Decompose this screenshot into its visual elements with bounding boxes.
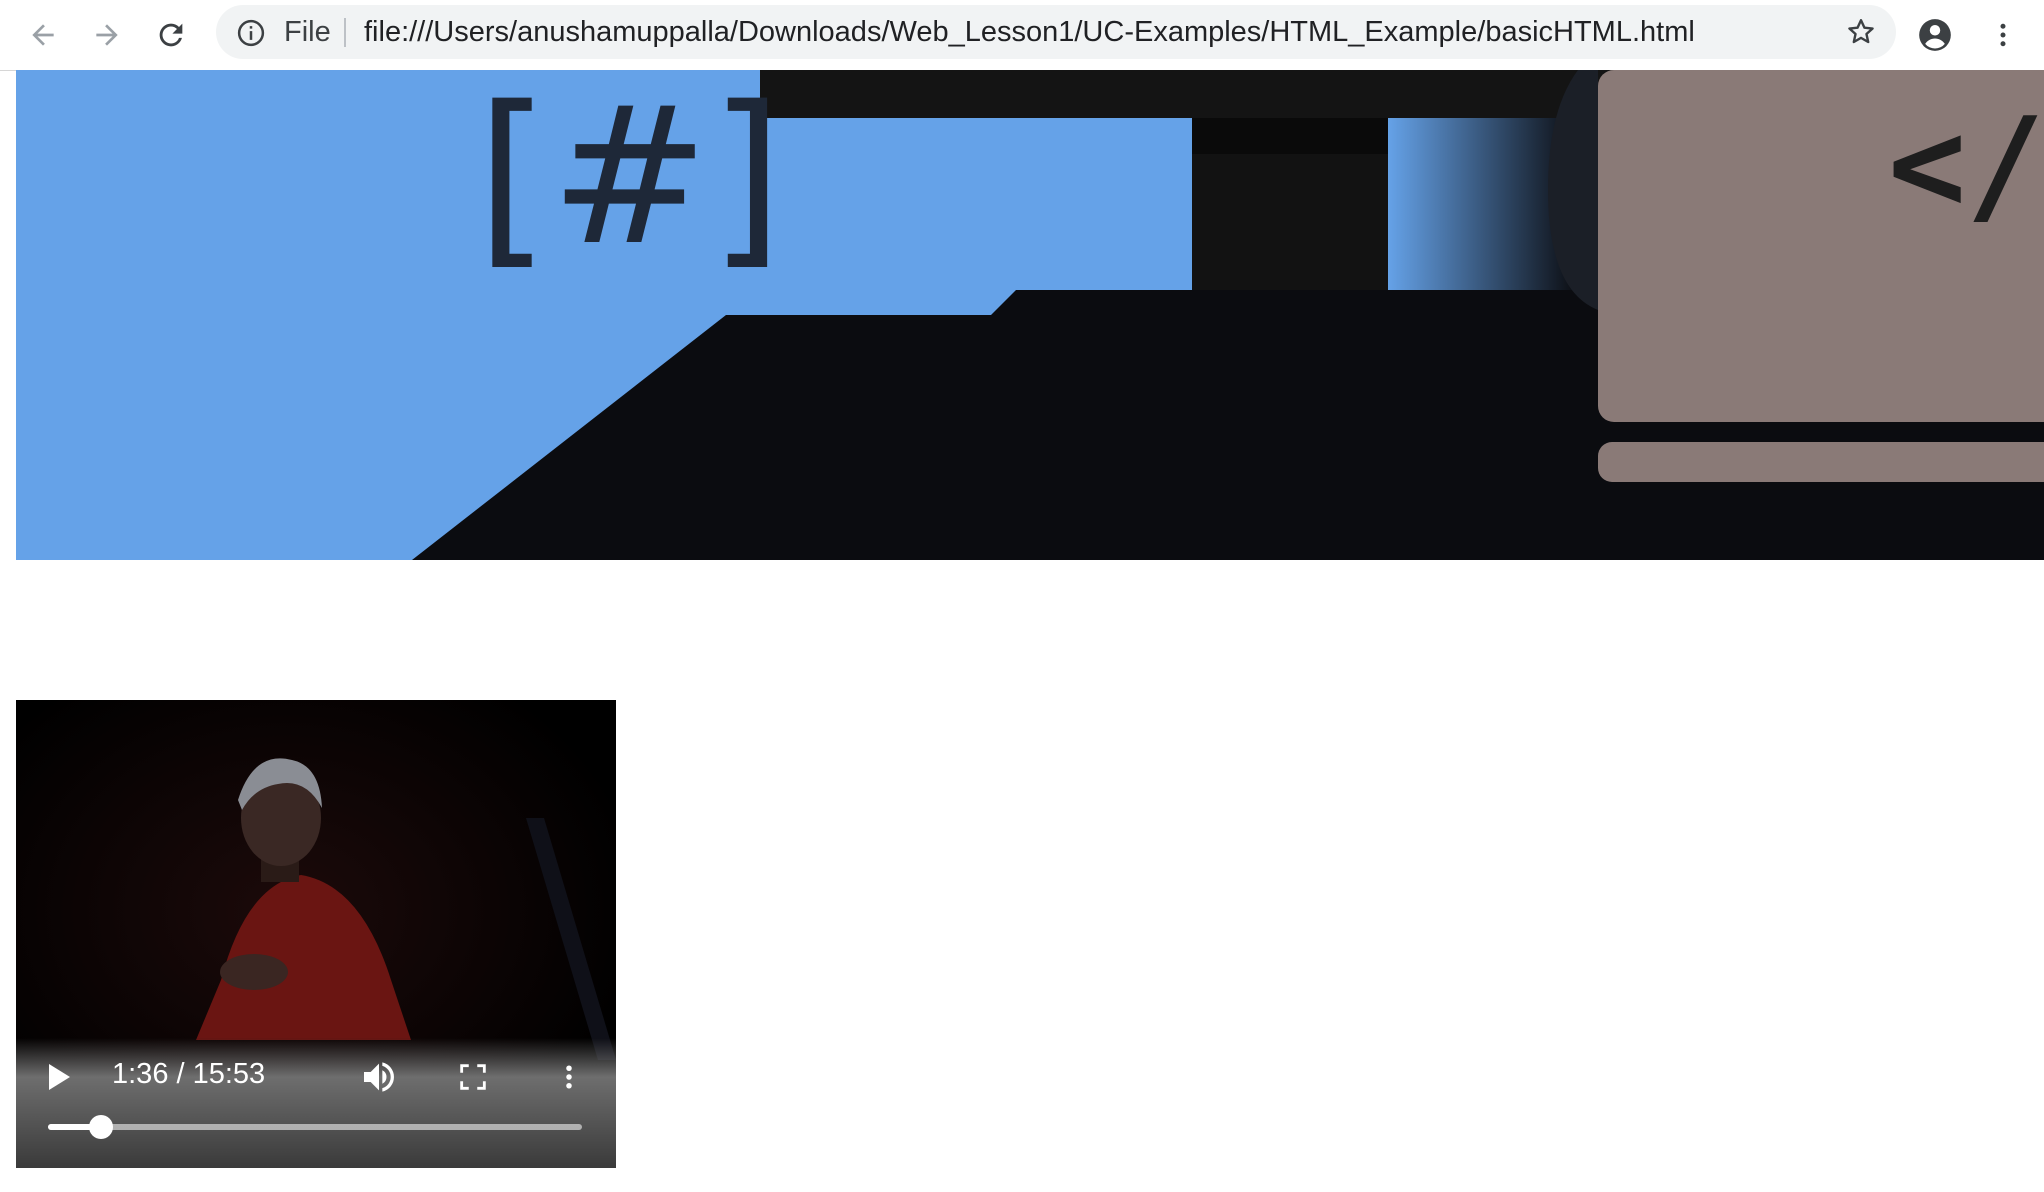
address-separator (344, 18, 346, 47)
profile-button[interactable] (1908, 8, 1962, 62)
code-glyph: </ (1888, 89, 2044, 241)
video-controls: 1:36 / 15:53 (16, 1038, 616, 1168)
address-bar[interactable]: File file:///Users/anushamuppalla/Downlo… (216, 5, 1896, 59)
arrow-right-icon (96, 24, 118, 46)
scheme-label: File (284, 16, 331, 48)
reload-icon (159, 23, 183, 47)
bookmark-button[interactable] (1834, 5, 1888, 59)
seek-bar[interactable] (48, 1115, 582, 1139)
time-display: 1:36 / 15:53 (112, 1058, 266, 1090)
account-circle-icon (1919, 19, 1951, 51)
arrow-left-icon (32, 24, 54, 46)
fullscreen-button[interactable] (448, 1052, 498, 1102)
info-circle-icon[interactable] (236, 18, 266, 48)
banner-image: [#] </ (16, 70, 2044, 560)
hash-glyph: [#] (476, 70, 783, 287)
browser-toolbar: File file:///Users/anushamuppalla/Downlo… (0, 0, 2044, 71)
url-text[interactable]: file:///Users/anushamuppalla/Downloads/W… (364, 5, 1695, 59)
video-player[interactable]: 1:36 / 15:53 (16, 700, 616, 1168)
volume-icon (364, 1062, 394, 1092)
fullscreen-icon (460, 1064, 486, 1090)
seek-thumb[interactable] (89, 1115, 114, 1139)
back-button[interactable] (16, 8, 70, 62)
browser-menu-button[interactable] (1976, 8, 2030, 62)
banner-illustration: [#] </ (16, 70, 2044, 560)
more-vert-icon (2000, 23, 2006, 47)
forward-button[interactable] (80, 8, 134, 62)
more-vert-icon (566, 1065, 572, 1089)
play-icon (49, 1064, 70, 1090)
volume-button[interactable] (354, 1052, 404, 1102)
reload-button[interactable] (144, 8, 198, 62)
video-more-button[interactable] (544, 1052, 594, 1102)
star-icon (1848, 19, 1874, 44)
play-button[interactable] (34, 1052, 84, 1102)
